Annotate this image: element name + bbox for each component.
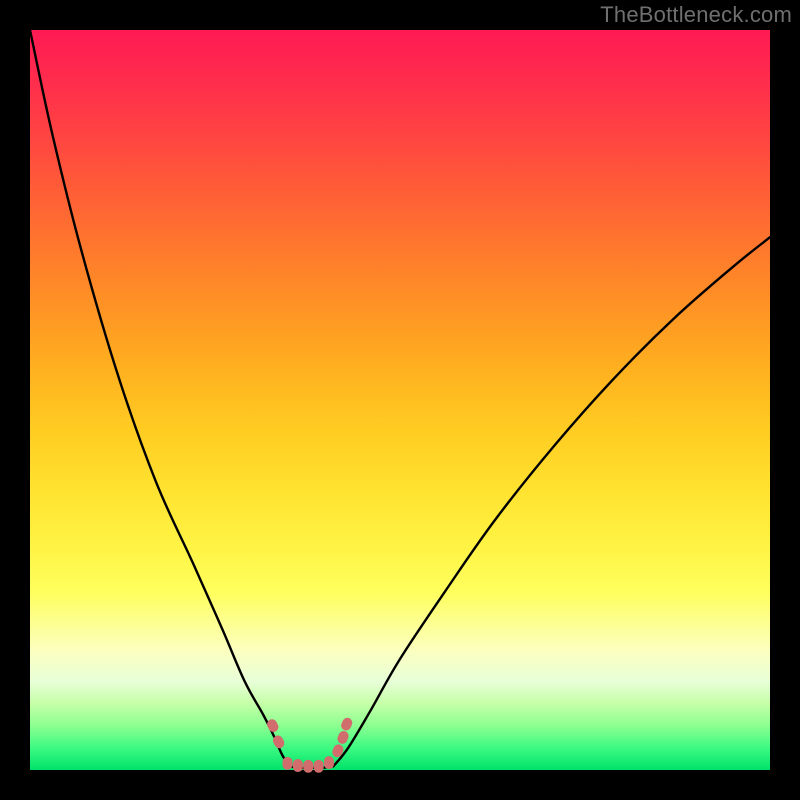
chart-frame: TheBottleneck.com bbox=[0, 0, 800, 800]
marker-point bbox=[303, 760, 313, 773]
marker-point bbox=[314, 760, 324, 773]
marker-point bbox=[283, 757, 293, 770]
curves-layer bbox=[30, 30, 770, 770]
series-right_branch bbox=[333, 237, 770, 766]
marker-point bbox=[293, 759, 303, 772]
series-group bbox=[30, 30, 770, 768]
marker-point bbox=[324, 756, 334, 769]
marker-group bbox=[265, 716, 354, 773]
marker-point bbox=[265, 718, 280, 734]
marker-point bbox=[336, 729, 350, 745]
marker-point bbox=[340, 716, 354, 732]
plot-area bbox=[30, 30, 770, 770]
series-left_branch bbox=[30, 30, 289, 766]
watermark-text: TheBottleneck.com bbox=[600, 2, 792, 28]
